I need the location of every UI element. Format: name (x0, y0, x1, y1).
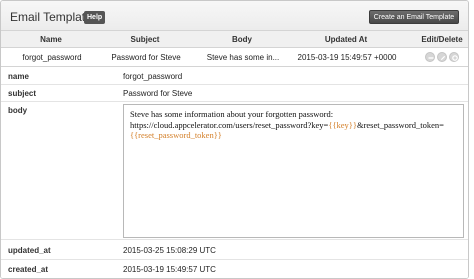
body-line-1: Steve has some information about your fo… (130, 109, 334, 119)
detail-label-body: body (8, 106, 28, 115)
column-header-edit-delete: Edit/Delete (421, 35, 463, 44)
create-email-template-button[interactable]: Create an Email Template (369, 10, 459, 24)
help-badge[interactable]: Help (84, 11, 106, 24)
body-line-3: {{reset_password_token}} (130, 130, 457, 141)
body-line-2: https://cloud.appcelerator.com/users/res… (130, 120, 457, 131)
body-textarea[interactable]: Steve has some information about your fo… (123, 104, 464, 238)
detail-value-name: forgot_password (123, 72, 183, 81)
detail-row-subject: subject Password for Steve (1, 85, 468, 102)
row-name: forgot_password (22, 53, 82, 62)
detail-label-updated-at: updated_at (8, 246, 51, 255)
detail-value-created-at: 2015-03-19 15:49:57 UTC (123, 265, 216, 274)
row-body: Steve has some in... (206, 53, 280, 62)
body-var-reset-token: {{reset_password_token}} (130, 130, 222, 140)
column-header-name[interactable]: Name (15, 35, 87, 44)
detail-value-subject: Password for Steve (123, 89, 193, 98)
row-updated-at: 2015-03-19 15:49:57 +0000 (297, 53, 397, 62)
pencil-icon[interactable] (437, 52, 447, 62)
detail-value-updated-at: 2015-03-25 15:08:29 UTC (123, 246, 216, 255)
panel-header: Email Templates Help Create an Email Tem… (1, 1, 468, 31)
column-header-subject[interactable]: Subject (109, 35, 181, 44)
column-header-body[interactable]: Body (206, 35, 278, 44)
template-details: name forgot_password subject Password fo… (1, 67, 468, 278)
email-templates-panel: Email Templates Help Create an Email Tem… (0, 0, 469, 279)
detail-label-subject: subject (8, 89, 37, 98)
table-header: Name Subject Body Updated At Edit/Delete (1, 31, 468, 48)
detail-label-created-at: created_at (8, 265, 49, 274)
table-row[interactable]: forgot_password Password for Steve Steve… (1, 48, 468, 67)
detail-row-created-at: created_at 2015-03-19 15:49:57 UTC (1, 260, 468, 278)
detail-label-name: name (8, 72, 29, 81)
row-subject: Password for Steve (111, 53, 181, 62)
body-url-suffix: &reset_password_token= (356, 119, 444, 130)
body-var-key: {{key}} (328, 119, 357, 130)
column-header-updated-at[interactable]: Updated At (301, 35, 391, 44)
detail-row-updated-at: updated_at 2015-03-25 15:08:29 UTC (1, 240, 468, 260)
body-url-prefix: https://cloud.appcelerator.com/users/res… (130, 119, 329, 130)
detail-row-name: name forgot_password (1, 67, 468, 85)
minus-circle-icon[interactable] (425, 52, 435, 62)
row-actions (425, 52, 459, 63)
gear-icon[interactable] (449, 52, 459, 62)
